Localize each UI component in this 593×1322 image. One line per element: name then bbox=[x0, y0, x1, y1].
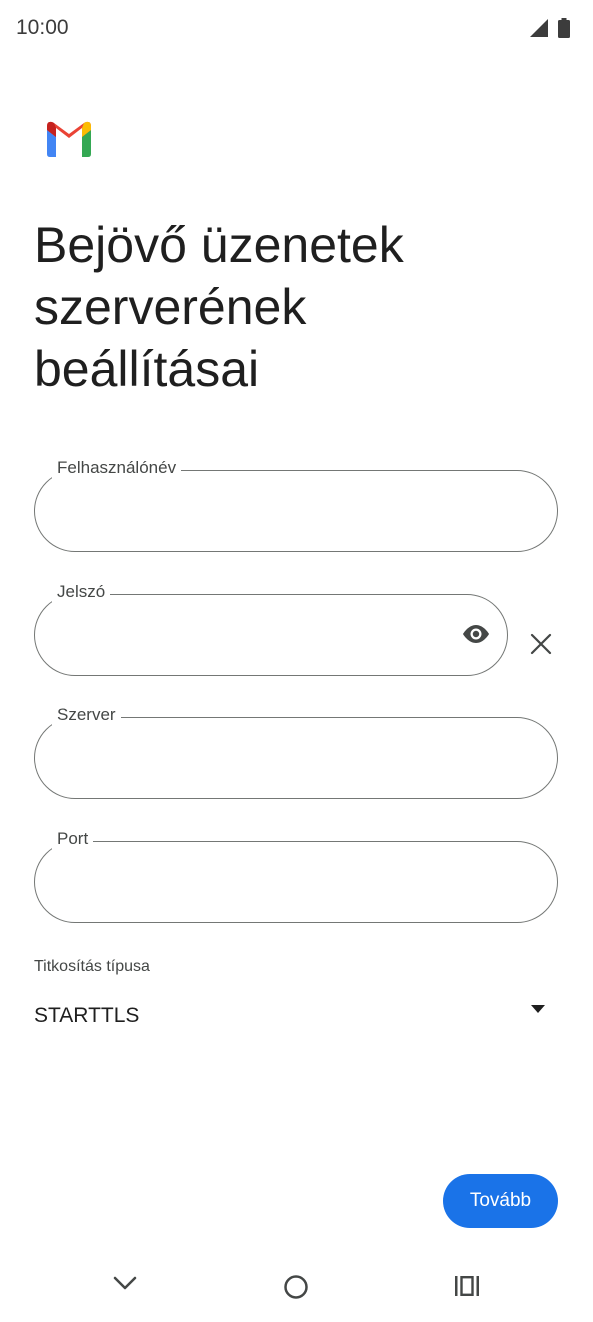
recents-icon[interactable] bbox=[454, 1274, 480, 1298]
home-circle-icon[interactable] bbox=[283, 1274, 309, 1300]
port-field[interactable]: Port bbox=[34, 827, 558, 923]
signal-icon bbox=[530, 19, 548, 37]
username-label: Felhasználónév bbox=[52, 456, 182, 480]
navigation-bar bbox=[0, 1250, 593, 1322]
status-time: 10:00 bbox=[16, 16, 69, 39]
username-field[interactable]: Felhasználónév bbox=[34, 456, 558, 552]
chevron-down-icon[interactable] bbox=[112, 1275, 138, 1291]
encryption-label: Titkosítás típusa bbox=[34, 958, 150, 975]
encryption-value: STARTTLS bbox=[34, 1004, 140, 1027]
encryption-select[interactable]: STARTTLS bbox=[34, 996, 550, 1036]
port-label: Port bbox=[52, 827, 94, 851]
server-label: Szerver bbox=[52, 703, 121, 727]
page-title: Bejövő üzenetek szerverének beállításai bbox=[34, 217, 404, 397]
next-button[interactable]: Tovább bbox=[443, 1174, 558, 1228]
close-icon[interactable] bbox=[530, 633, 552, 655]
status-bar: 10:00 bbox=[0, 0, 593, 56]
server-field[interactable]: Szerver bbox=[34, 703, 558, 799]
server-input[interactable] bbox=[34, 717, 558, 799]
password-label: Jelszó bbox=[52, 580, 111, 604]
gmail-logo bbox=[47, 121, 91, 157]
dropdown-arrow-icon bbox=[531, 1005, 545, 1013]
battery-icon bbox=[558, 18, 570, 38]
username-input[interactable] bbox=[34, 470, 558, 552]
port-input[interactable] bbox=[34, 841, 558, 923]
password-input[interactable] bbox=[34, 594, 508, 676]
password-field[interactable]: Jelszó bbox=[34, 580, 508, 676]
eye-icon[interactable] bbox=[460, 622, 492, 646]
